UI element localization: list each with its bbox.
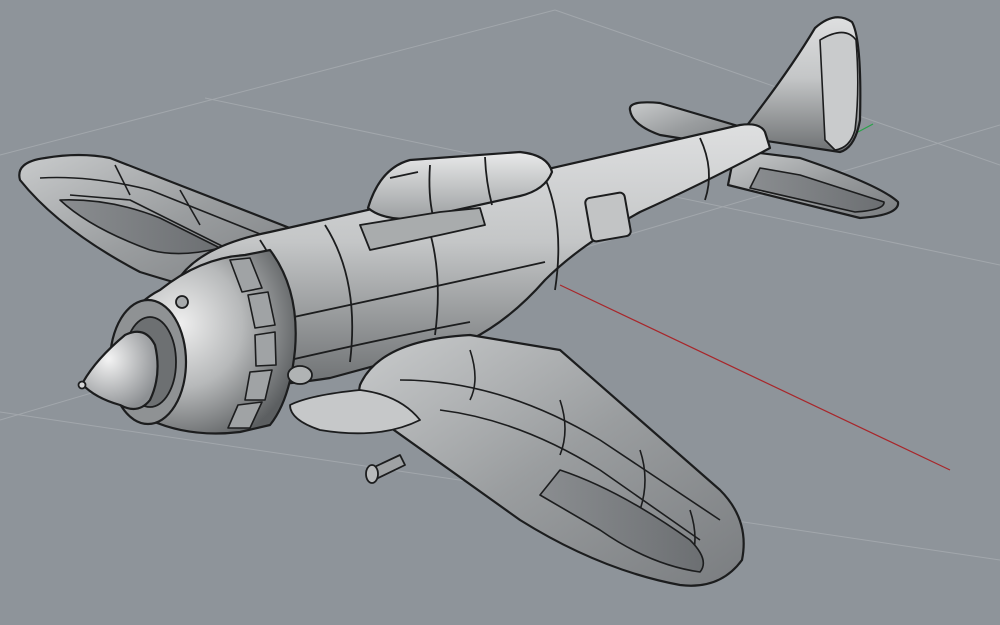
viewport-canvas[interactable]	[0, 0, 1000, 625]
fuselage-access-hatch	[584, 191, 632, 243]
carburetor-intake	[287, 365, 313, 385]
airplane-model[interactable]	[18, 16, 900, 587]
propeller-spinner[interactable]	[80, 330, 159, 411]
exhaust-port	[175, 295, 189, 309]
grid-line	[0, 9, 556, 156]
rudder	[819, 31, 859, 151]
spinner-tip	[77, 380, 87, 390]
pitot-tube-tip	[365, 464, 379, 484]
y-axis-line	[857, 123, 874, 133]
3d-viewport[interactable]	[0, 0, 1000, 625]
